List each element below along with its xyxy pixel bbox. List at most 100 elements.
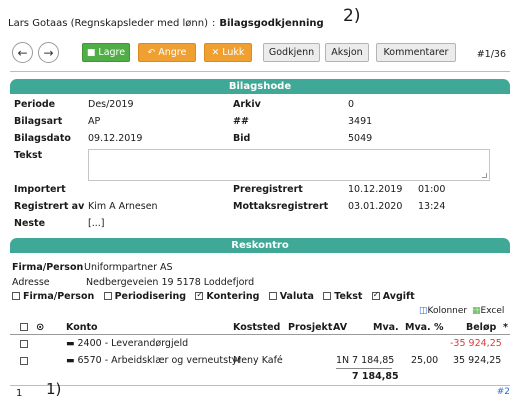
periode-label: Periode	[14, 99, 56, 110]
checkbox[interactable]	[20, 340, 28, 348]
annotation-marker-1: 1)	[46, 380, 62, 398]
preregistrert-label: Preregistrert	[233, 184, 303, 195]
bilagsart-value: AP	[88, 116, 101, 127]
adresse-value: Nedbergeveien 19 5178 Loddefjord	[86, 277, 255, 288]
columns-label: Kolonner	[427, 306, 468, 316]
filter-kontering[interactable]: Kontering	[195, 290, 260, 302]
col-mva[interactable]: Mva.	[373, 322, 399, 333]
filter-label: Valuta	[279, 291, 314, 302]
checkbox[interactable]	[12, 292, 20, 300]
checkbox-checked[interactable]	[195, 290, 204, 300]
filter-firma-person[interactable]: Firma/Person	[12, 291, 94, 302]
checkbox[interactable]	[20, 357, 28, 365]
adresse-label: Adresse	[12, 277, 50, 288]
firma-value: Uniformpartner AS	[84, 262, 173, 273]
annotation-marker-2: 2)	[343, 6, 361, 26]
table-row-konto[interactable]: ▬ 2400 - Leverandørgjeld	[66, 338, 188, 349]
resize-grip-icon[interactable]	[482, 173, 487, 178]
row-1-checkbox[interactable]	[20, 339, 31, 350]
checkbox-checked[interactable]	[371, 290, 380, 300]
comments-button[interactable]: Kommentarer	[376, 43, 456, 62]
neste-link[interactable]: [...]	[88, 218, 104, 229]
footer-divider	[10, 385, 510, 386]
col-koststed[interactable]: Koststed	[233, 322, 280, 333]
table-row-belop: 35 924,25	[453, 355, 502, 366]
tekst-textarea[interactable]	[88, 149, 490, 181]
col-mva-pct[interactable]: Mva. %	[405, 322, 444, 333]
filter-label: Firma/Person	[23, 291, 95, 302]
action-button[interactable]: Aksjon	[325, 43, 369, 62]
arkiv-label: Arkiv	[233, 99, 261, 110]
table-row-mva: 7 184,85	[352, 355, 395, 366]
preregistrert-date: 10.12.2019	[348, 184, 403, 195]
save-button[interactable]: ■ Lagre	[82, 43, 130, 62]
undo-button[interactable]: ↶ Angre	[138, 43, 196, 62]
forward-button[interactable]: →	[38, 42, 59, 63]
title-separator: :	[212, 18, 216, 29]
row-2-checkbox[interactable]	[20, 356, 31, 367]
col-star: *	[503, 322, 508, 333]
checkbox[interactable]	[20, 323, 28, 331]
col-av[interactable]: AV	[333, 322, 347, 333]
record-counter: #1/36	[476, 49, 506, 60]
table-tools: ◫Kolonner ▦Excel	[419, 306, 504, 316]
excel-icon: ▦	[472, 306, 481, 316]
undo-label: Angre	[158, 47, 187, 58]
checkbox[interactable]	[103, 292, 112, 300]
mottaksregistrert-label: Mottaksregistrert	[233, 201, 329, 212]
filter-label: Tekst	[334, 291, 363, 302]
toolbar-divider	[10, 71, 510, 72]
excel-label: Excel	[480, 306, 505, 316]
filter-valuta[interactable]: Valuta	[268, 291, 314, 302]
save-label: Lagre	[98, 47, 126, 58]
arkiv-value: 0	[348, 99, 355, 110]
tekst-label: Tekst	[14, 150, 43, 161]
col-prosjekt[interactable]: Prosjekt	[288, 322, 332, 333]
importert-label: Importert	[14, 184, 66, 195]
hash-value: 3491	[348, 116, 373, 127]
close-icon: ✕	[211, 47, 220, 58]
total-divider	[336, 368, 392, 369]
bilagshode-header: Bilagshode	[10, 79, 510, 94]
table-row-belop: -35 924,25	[450, 338, 502, 349]
select-all-checkbox[interactable]	[20, 322, 31, 333]
user-name: Lars Gotaas (Regnskapsleder med lønn)	[8, 18, 208, 29]
undo-icon: ↶	[147, 47, 156, 58]
page-link-next[interactable]: #2	[497, 387, 510, 397]
page-number-current[interactable]: 1	[16, 388, 22, 398]
registrert-av-label: Registrert av	[14, 201, 85, 212]
filter-avgift[interactable]: Avgift	[371, 290, 415, 302]
folder-icon: ▬	[66, 356, 75, 366]
approve-button[interactable]: Godkjenn	[263, 43, 320, 62]
bilagsdato-value: 09.12.2019	[88, 133, 143, 144]
filter-tekst[interactable]: Tekst	[323, 291, 362, 302]
back-button[interactable]: ←	[12, 42, 33, 63]
mottaksregistrert-date: 03.01.2020	[348, 201, 403, 212]
checkbox[interactable]	[268, 292, 277, 300]
preregistrert-time: 01:00	[418, 184, 446, 195]
checkbox[interactable]	[323, 292, 332, 300]
filter-periodisering[interactable]: Periodisering	[103, 291, 187, 302]
columns-button[interactable]: ◫Kolonner	[419, 306, 467, 316]
col-belop[interactable]: Beløp	[466, 322, 496, 333]
table-row-av: 1N	[336, 355, 350, 366]
neste-label: Neste	[14, 218, 46, 229]
mottaksregistrert-time: 13:24	[418, 201, 446, 212]
firma-label: Firma/Person	[12, 262, 84, 273]
filter-label: Periodisering	[114, 291, 187, 302]
bid-value: 5049	[348, 133, 373, 144]
filter-label: Avgift	[382, 291, 415, 302]
bilagsart-label: Bilagsart	[14, 116, 63, 127]
konto-text: 2400 - Leverandørgjeld	[77, 338, 189, 349]
table-row-konto[interactable]: ▬ 6570 - Arbeidsklær og verneutstyr	[66, 355, 241, 366]
col-konto[interactable]: Konto	[66, 322, 98, 333]
excel-button[interactable]: ▦Excel	[472, 306, 504, 316]
hash-label: ##	[233, 116, 249, 127]
close-button[interactable]: ✕ Lukk	[204, 43, 252, 62]
folder-icon: ▬	[66, 339, 75, 349]
table-row-koststed: Meny Kafé	[233, 355, 283, 366]
konto-text: 6570 - Arbeidsklær og verneutstyr	[77, 355, 242, 366]
filter-label: Kontering	[206, 291, 260, 302]
arrow-right-icon: →	[43, 45, 54, 60]
bid-label: Bid	[233, 133, 251, 144]
